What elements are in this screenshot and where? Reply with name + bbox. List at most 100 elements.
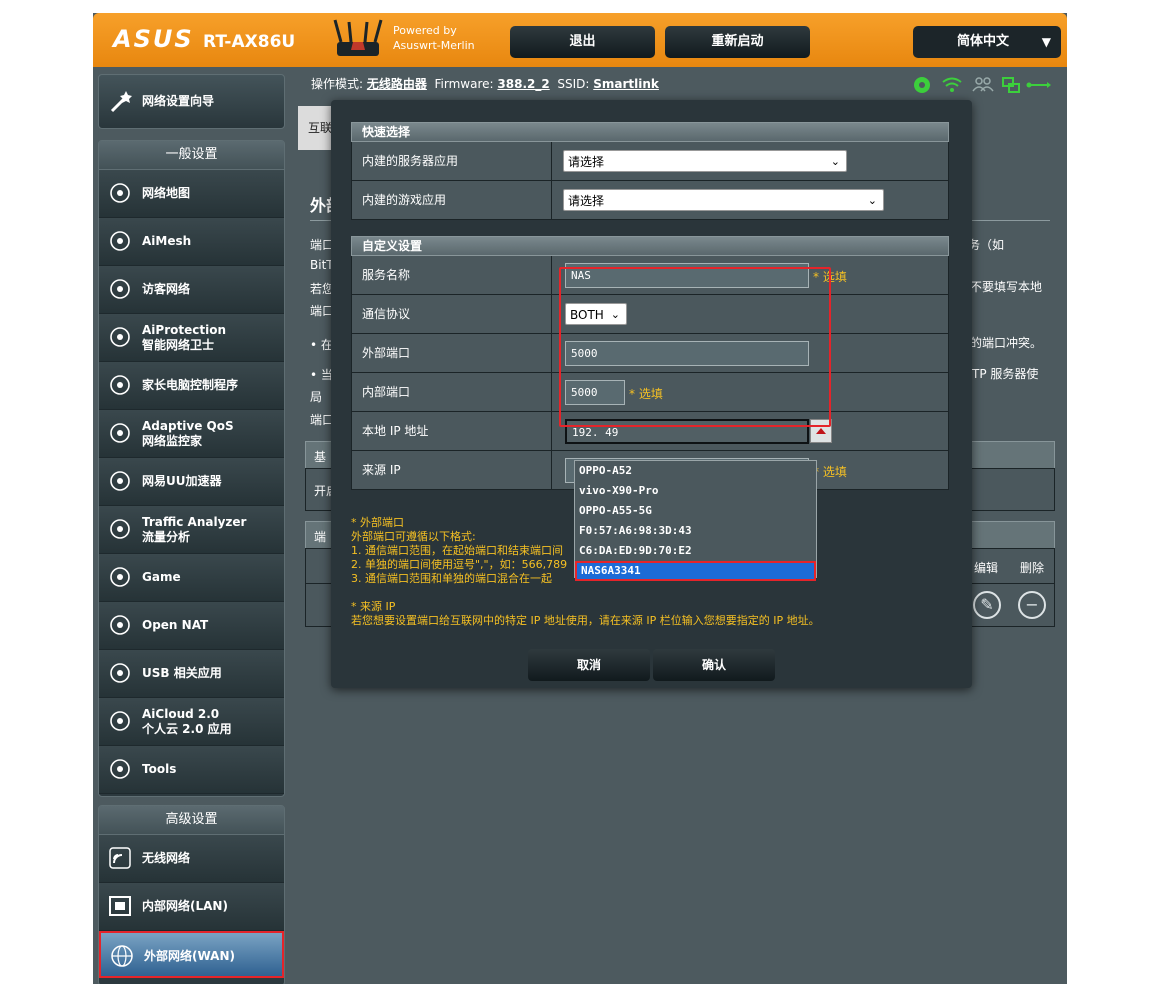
client-option[interactable]: vivo-X90-Pro: [575, 481, 816, 501]
source-ip-label: 来源 IP: [352, 451, 552, 489]
sidebar-item-usb-apps[interactable]: USB 相关应用: [99, 650, 284, 698]
language-select[interactable]: 简体中文 ▼: [913, 26, 1061, 58]
sidebar-item-game[interactable]: Game: [99, 554, 284, 602]
client-option[interactable]: OPPO-A52: [575, 461, 816, 481]
sidebar-item-label: 无线网络: [142, 851, 191, 865]
sidebar-item-title: 网络地图: [142, 186, 191, 200]
sidebar-item-open-nat[interactable]: Open NAT: [99, 602, 284, 650]
sidebar-item-label: AiCloud 2.0 个人云 2.0 应用: [142, 698, 232, 745]
sidebar-item-guest-network[interactable]: 访客网络: [99, 266, 284, 314]
sidebar-item-title: AiMesh: [142, 234, 192, 248]
fw-link[interactable]: 388.2_2: [497, 77, 549, 91]
sidebar-item-label: AiMesh: [142, 218, 191, 265]
powered-by: Powered by Asuswrt-Merlin: [393, 23, 475, 53]
chevron-down-icon: ⌄: [867, 194, 877, 207]
sidebar-item-label: 家长电脑控制程序: [142, 362, 238, 409]
sidebar-item-label: Open NAT: [142, 602, 208, 649]
clients-icon[interactable]: [972, 77, 994, 92]
sidebar-item-title: Open NAT: [142, 618, 209, 632]
wifi-icon: [109, 847, 131, 869]
top-header: ASUS RT-AX86U Powered by Asuswrt-Merlin …: [93, 13, 1067, 67]
sidebar-item-title: 访客网络: [142, 282, 191, 296]
server-app-select[interactable]: 请选择 ⌄: [563, 150, 847, 172]
logout-button[interactable]: 退出: [510, 26, 655, 58]
client-list-dropdown: OPPO-A52 vivo-X90-Pro OPPO-A55-5G F0:57:…: [574, 460, 817, 581]
rocket-icon: [110, 615, 130, 635]
note-line: * 来源 IP: [351, 600, 396, 613]
setup-wizard-label: 网络设置向导: [142, 94, 215, 108]
reboot-button[interactable]: 重新启动: [665, 26, 810, 58]
powered-line1: Powered by: [393, 24, 457, 37]
gear-icon[interactable]: [914, 77, 930, 93]
mode-link[interactable]: 无线路由器: [367, 77, 427, 91]
cancel-button[interactable]: 取消: [528, 649, 650, 681]
sidebar-item-label: Game: [142, 554, 181, 601]
confirm-button[interactable]: 确认: [653, 649, 775, 681]
analyzer-icon: [110, 519, 130, 539]
powered-line2: Asuswrt-Merlin: [393, 39, 475, 52]
sidebar-item-label: 网易UU加速器: [142, 458, 222, 505]
quick-select-title: 快速选择: [351, 122, 949, 142]
desc-right: TP 服务器使: [972, 367, 1039, 381]
sidebar-item-label: USB 相关应用: [142, 650, 222, 697]
sidebar-item-title: 家长电脑控制程序: [142, 378, 239, 392]
sidebar-item-title: AiCloud 2.0: [142, 706, 220, 721]
sidebar-item-network-map[interactable]: 网络地图: [99, 170, 284, 218]
game-app-select[interactable]: 请选择 ⌄: [563, 189, 884, 211]
sidebar-item-wireless[interactable]: 无线网络: [99, 835, 284, 883]
globe-icon: [111, 945, 133, 967]
desc-right: 务（如: [968, 238, 1005, 252]
desc-bullet: 局: [310, 390, 323, 404]
game-app-row: 内建的游戏应用 请选择 ⌄: [351, 181, 949, 220]
ssid-link[interactable]: Smartlink: [593, 77, 659, 91]
usb-icon[interactable]: [1026, 82, 1052, 88]
sidebar-item-label: Traffic Analyzer 流量分析: [142, 506, 246, 553]
sidebar-item-wan[interactable]: 外部网络(WAN): [99, 931, 284, 978]
sidebar-item-aicloud[interactable]: AiCloud 2.0 个人云 2.0 应用: [99, 698, 284, 746]
server-app-value: 请选择: [568, 155, 605, 169]
sidebar-item-aiprotection[interactable]: AiProtection 智能网络卫士: [99, 314, 284, 362]
sidebar-item-title: Tools: [142, 762, 177, 776]
client-option[interactable]: C6:DA:ED:9D:70:E2: [575, 541, 816, 561]
sidebar-item-adaptive-qos[interactable]: Adaptive QoS 网络监控家: [99, 410, 284, 458]
network-icon[interactable]: [1002, 77, 1020, 93]
sidebar-item-uu-accelerator[interactable]: 网易UU加速器: [99, 458, 284, 506]
bar-label: 基: [314, 450, 327, 464]
sidebar-item-traffic-analyzer[interactable]: Traffic Analyzer 流量分析: [99, 506, 284, 554]
desc-right: 不要填写本地: [970, 280, 1043, 294]
status-icons: [914, 77, 1052, 93]
sidebar-item-parental-control[interactable]: 家长电脑控制程序: [99, 362, 284, 410]
ext-port-label: 外部端口: [352, 334, 552, 372]
remove-icon[interactable]: −: [1018, 591, 1046, 619]
sidebar-item-subtitle: 个人云 2.0 应用: [142, 721, 232, 736]
wifi-icon[interactable]: [942, 77, 962, 93]
sidebar-item-subtitle: 智能网络卫士: [142, 337, 215, 352]
sidebar-item-lan[interactable]: 内部网络(LAN): [99, 883, 284, 931]
shield-icon: [110, 327, 130, 347]
note-spacer: [351, 586, 820, 600]
mesh-icon: [110, 231, 130, 251]
setup-wizard-button[interactable]: 网络设置向导: [98, 74, 285, 129]
client-option[interactable]: F0:57:A6:98:3D:43: [575, 521, 816, 541]
sidebar-item-label: 内部网络(LAN): [142, 899, 228, 913]
optional-hint: * 选填: [813, 465, 847, 479]
general-menu: 网络地图 AiMesh 访客网络 AiProtection 智能网络卫士家长电脑控制程序…: [99, 170, 284, 794]
client-option[interactable]: OPPO-A55-5G: [575, 501, 816, 521]
fw-label: Firmware:: [434, 77, 494, 91]
gauge-icon: [110, 423, 130, 443]
sidebar-item-tools[interactable]: Tools: [99, 746, 284, 794]
sidebar-item-title: Traffic Analyzer: [142, 514, 247, 529]
wand-icon: [110, 91, 132, 113]
client-option-selected[interactable]: NAS6A3341: [575, 561, 816, 581]
sidebar-item-title: AiProtection: [142, 322, 226, 337]
ssid-label: SSID:: [557, 77, 590, 91]
parental-control-icon: [110, 375, 130, 395]
port-forward-dialog: 快速选择 内建的服务器应用 请选择 ⌄ 内建的游戏应用 请选择 ⌄ 自定义设置 …: [331, 100, 972, 688]
sidebar-item-label: 访客网络: [142, 266, 190, 313]
globe-icon: [110, 183, 130, 203]
language-label: 简体中文: [957, 34, 1010, 49]
sidebar-item-aimesh[interactable]: AiMesh: [99, 218, 284, 266]
sidebar-item-title: USB 相关应用: [142, 666, 222, 680]
desc-right: 的端口冲突。: [970, 336, 1043, 350]
edit-icon[interactable]: ✎: [973, 591, 1001, 619]
